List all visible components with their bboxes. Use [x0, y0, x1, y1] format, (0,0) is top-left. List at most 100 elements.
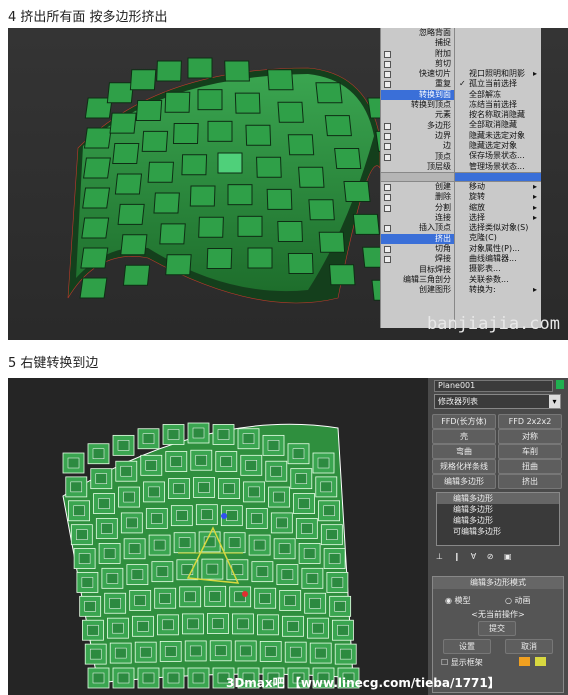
extruded-face[interactable] [287, 253, 314, 275]
quad-right-item[interactable]: 孤立当前选择 ✓ [455, 79, 541, 89]
extruded-face[interactable] [237, 215, 263, 237]
quad-right-item[interactable]: 全部取消隐藏 [455, 120, 541, 130]
quad-left-bottom-item[interactable]: 分割 [381, 203, 455, 213]
quad-left-item[interactable]: 捕捉 [381, 38, 455, 48]
extruded-face[interactable] [187, 57, 213, 79]
extruded-face[interactable] [227, 184, 253, 206]
quad-left-bottom-item[interactable]: 创建 [381, 182, 455, 192]
commit-button[interactable]: 提交 [478, 621, 516, 636]
extruded-face[interactable] [164, 91, 191, 113]
quad-left-bottom-item[interactable]: 创建图形 [381, 285, 455, 295]
extruded-face[interactable] [298, 166, 325, 188]
quad-left-item[interactable]: 元素 [381, 110, 455, 120]
quad-right-bottom-item[interactable]: 克隆(C) [455, 233, 541, 243]
cage-color-swatch-1[interactable] [519, 657, 530, 666]
modifier-button[interactable]: 规格化样条线 [432, 459, 496, 474]
extruded-face[interactable] [207, 120, 233, 142]
quad-left-bottom-item[interactable]: 切角 [381, 244, 455, 254]
extruded-face[interactable] [324, 115, 352, 137]
viewport-edge[interactable]: Plane001 修改器列表 ▾ FFD(长方体) FFD 2x2x2 壳对称 弯曲车… [8, 378, 568, 695]
viewport-extrude[interactable]: 忽略背面 捕捉 附加 剪切 快速切片 重复 转换到面 转换到顶点 元素 多边形 边界边顶点 顶层级 创… [8, 28, 568, 340]
quad-right-bottom-item[interactable]: 关联参数... [455, 275, 541, 285]
mode-model-radio[interactable]: ◉ 模型 [445, 595, 471, 606]
extruded-face[interactable] [120, 234, 148, 256]
extruded-face[interactable] [80, 247, 109, 269]
modifier-button[interactable]: 弯曲 [432, 444, 496, 459]
extruded-face[interactable] [106, 82, 134, 104]
extruded-face[interactable] [122, 264, 151, 286]
quad-left-bottom-item[interactable]: 挤出 [381, 233, 455, 244]
quad-left-item[interactable]: 多边形 [381, 121, 455, 131]
extruded-face[interactable] [245, 124, 272, 146]
quad-right-bottom-item[interactable]: 对象属性(P)... [455, 244, 541, 254]
quad-right-bottom-item[interactable]: 旋转 ▸ [455, 192, 541, 202]
quad-right-item[interactable]: 全部解冻 [455, 90, 541, 100]
extruded-face[interactable] [308, 199, 335, 221]
make-unique-icon[interactable]: ∀ [471, 552, 476, 561]
mode-anim-radio[interactable]: ○ 动画 [505, 595, 531, 606]
quad-left-item[interactable]: 边界 [381, 131, 455, 141]
quad-right-bottom-item[interactable]: 移动 ▸ [455, 182, 541, 192]
quad-right-item[interactable]: 按名称取消隐藏 [455, 110, 541, 120]
extruded-face[interactable] [343, 180, 371, 202]
modifier-button[interactable]: 编辑多边形 [432, 474, 496, 489]
quad-left-item[interactable]: 快速切片 [381, 69, 455, 79]
quad-left-item[interactable]: 剪切 [381, 59, 455, 69]
quad-left-item[interactable]: 转换到顶点 [381, 100, 455, 110]
extruded-face[interactable] [159, 223, 186, 245]
extruded-face[interactable] [329, 264, 356, 286]
extruded-face[interactable] [117, 203, 145, 225]
quad-left-bottom-item[interactable]: 焊接 [381, 254, 455, 264]
extruded-face[interactable] [141, 130, 169, 152]
quad-right-item[interactable]: 隐藏选定对象 [455, 141, 541, 151]
quad-left-item[interactable]: 顶点 [381, 152, 455, 162]
quad-left-item[interactable]: 附加 [381, 49, 455, 59]
modifier-button[interactable]: 扭曲 [498, 459, 562, 474]
extruded-face[interactable] [277, 220, 303, 242]
extruded-face[interactable] [172, 123, 199, 145]
quad-left-item[interactable]: 边 [381, 141, 455, 151]
extruded-face[interactable] [114, 173, 143, 195]
modifier-button[interactable]: 壳 [432, 429, 496, 444]
extruded-face[interactable] [267, 69, 294, 91]
extruded-face[interactable] [147, 161, 175, 183]
extruded-face[interactable] [198, 216, 224, 238]
object-color-swatch[interactable] [556, 380, 564, 389]
extruded-face[interactable] [82, 187, 111, 209]
extruded-face[interactable] [315, 82, 343, 104]
quad-left-item[interactable]: 顶层级 [381, 162, 455, 172]
show-cage-checkbox[interactable]: ☐ 显示框架 [441, 657, 483, 668]
extruded-face[interactable] [83, 157, 111, 179]
stack-item[interactable]: 可编辑多边形 [437, 526, 559, 537]
quad-left-bottom-item[interactable]: 编辑三角剖分 [381, 275, 455, 285]
extruded-face[interactable] [234, 92, 261, 114]
extruded-face[interactable] [318, 231, 346, 253]
extruded-face[interactable] [81, 217, 110, 239]
extruded-face[interactable] [334, 148, 362, 170]
extruded-face[interactable] [197, 89, 223, 111]
quad-right-bottom-item[interactable]: 选择类似对象(S) [455, 223, 541, 233]
quad-right-bottom-item[interactable]: 曲线编辑器... [455, 254, 541, 264]
quad-left-bottom-item[interactable]: 目标焊接 [381, 265, 455, 275]
cage-color-swatch-2[interactable] [535, 657, 546, 666]
extruded-face[interactable] [217, 152, 243, 174]
extruded-face[interactable] [129, 69, 157, 91]
extruded-face[interactable] [247, 247, 273, 269]
extruded-face[interactable] [287, 134, 315, 156]
extruded-face[interactable] [83, 127, 112, 149]
extruded-face[interactable] [352, 213, 380, 235]
extruded-face[interactable] [156, 60, 182, 82]
quad-left-item[interactable]: 忽略背面 [381, 28, 455, 38]
modifier-button[interactable]: 车削 [498, 444, 562, 459]
extruded-face[interactable] [266, 188, 293, 210]
modifier-list-dropdown[interactable]: 修改器列表 ▾ [434, 394, 561, 409]
modifier-button[interactable]: FFD 2x2x2 [498, 414, 562, 429]
extruded-face[interactable] [224, 60, 250, 82]
quad-right-item[interactable]: 保存场景状态... [455, 151, 541, 161]
rollout-title[interactable]: 编辑多边形模式 [433, 577, 563, 589]
quad-left-bottom-item[interactable]: 连接 [381, 213, 455, 223]
extruded-face[interactable] [153, 192, 180, 214]
extruded-face[interactable] [79, 277, 108, 299]
quad-left-item[interactable]: 重复 [381, 79, 455, 89]
stack-item[interactable]: 编辑多边形 [437, 493, 559, 504]
